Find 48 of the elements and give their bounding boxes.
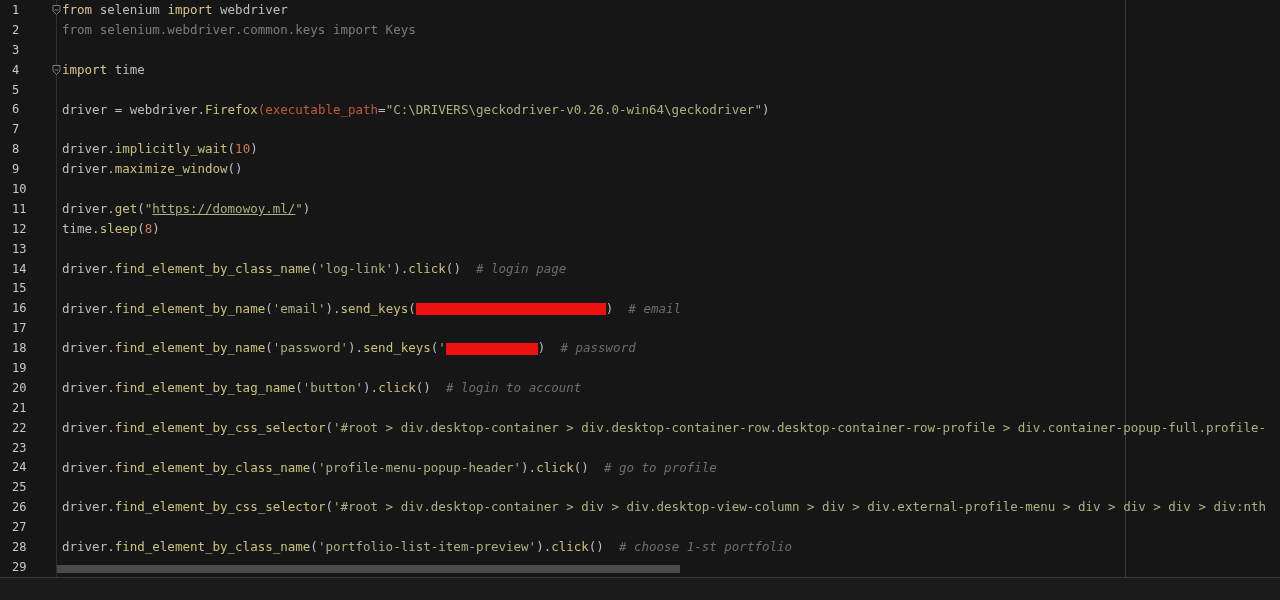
line-number: 21 (12, 400, 27, 415)
line-number: 12 (12, 221, 27, 236)
code-line: time.sleep(8) (62, 220, 160, 239)
line-number: 23 (12, 440, 27, 455)
line-number: 28 (12, 540, 27, 554)
code-line: driver.find_element_by_name('email').send_keys( ) # email (62, 299, 681, 318)
code-line: driver.find_element_by_css_selector('#root > div.desktop-container > div > div.desktop-view-column > div > div.external-profile-menu > div > div > div > div:nth (62, 498, 1267, 517)
line-number: 24 (12, 460, 27, 475)
code-line: from selenium import webdriver (62, 1, 288, 19)
line-number: 5 (12, 82, 20, 97)
line-number: 13 (12, 241, 27, 256)
code-line: driver.find_element_by_css_selector('#root > div.desktop-container > div.desktop-container-row.desktop-container-row-profile > div.container-popup-full.profile- (62, 418, 1267, 437)
code-line: driver.find_element_by_class_name('log-link').click() # login page (62, 259, 567, 278)
line-number: 22 (12, 420, 27, 435)
line-number: 2 (12, 22, 20, 37)
line-number: 1 (12, 2, 20, 17)
line-number: 8 (12, 142, 20, 157)
code-line: driver.get("https://domowoy.ml/") (62, 200, 311, 219)
fold-icon[interactable] (52, 64, 61, 75)
line-number: 25 (12, 480, 27, 495)
code-line: driver.maximize_window() (62, 160, 243, 179)
line-number: 16 (12, 301, 27, 316)
line-number: 29 (12, 559, 27, 574)
line-number: 26 (12, 500, 27, 515)
line-number: 20 (12, 380, 27, 395)
line-number: 3 (12, 42, 20, 57)
code-line: driver.find_element_by_class_name('portfolio-list-item-preview').click() # choose 1-st portfolio (62, 538, 793, 557)
line-number: 11 (12, 201, 27, 216)
line-number: 14 (12, 261, 27, 276)
line-number: 27 (12, 520, 27, 535)
code-line: driver.implicitly_wait(10) (62, 140, 258, 159)
line-number: 19 (12, 360, 27, 375)
line-number: 6 (12, 102, 20, 117)
line-number: 18 (12, 341, 27, 356)
line-number: 4 (12, 62, 20, 77)
code-line: driver.find_element_by_tag_name('button').click() # login to account (62, 379, 582, 398)
fold-icon[interactable] (52, 4, 61, 15)
code-line: driver = webdriver.Firefox(executable_path="C:\DRIVERS\geckodriver-v0.26.0-win64\geckodriver") (62, 100, 770, 119)
line-number: 9 (12, 162, 20, 177)
line-number: 7 (12, 122, 20, 137)
code-line: driver.find_element_by_class_name('profile-menu-popup-header').click() # go to profile (62, 458, 717, 477)
code-line: driver.find_element_by_name('password').send_keys(' ) # password (62, 339, 636, 358)
line-number: 10 (12, 181, 27, 196)
line-number: 17 (12, 321, 27, 336)
scrollbar-thumb[interactable] (57, 565, 680, 573)
line-number: 15 (12, 281, 27, 296)
code-line: from selenium.webdriver.common.keys import Keys (62, 21, 416, 39)
code-line: import time (62, 60, 145, 79)
